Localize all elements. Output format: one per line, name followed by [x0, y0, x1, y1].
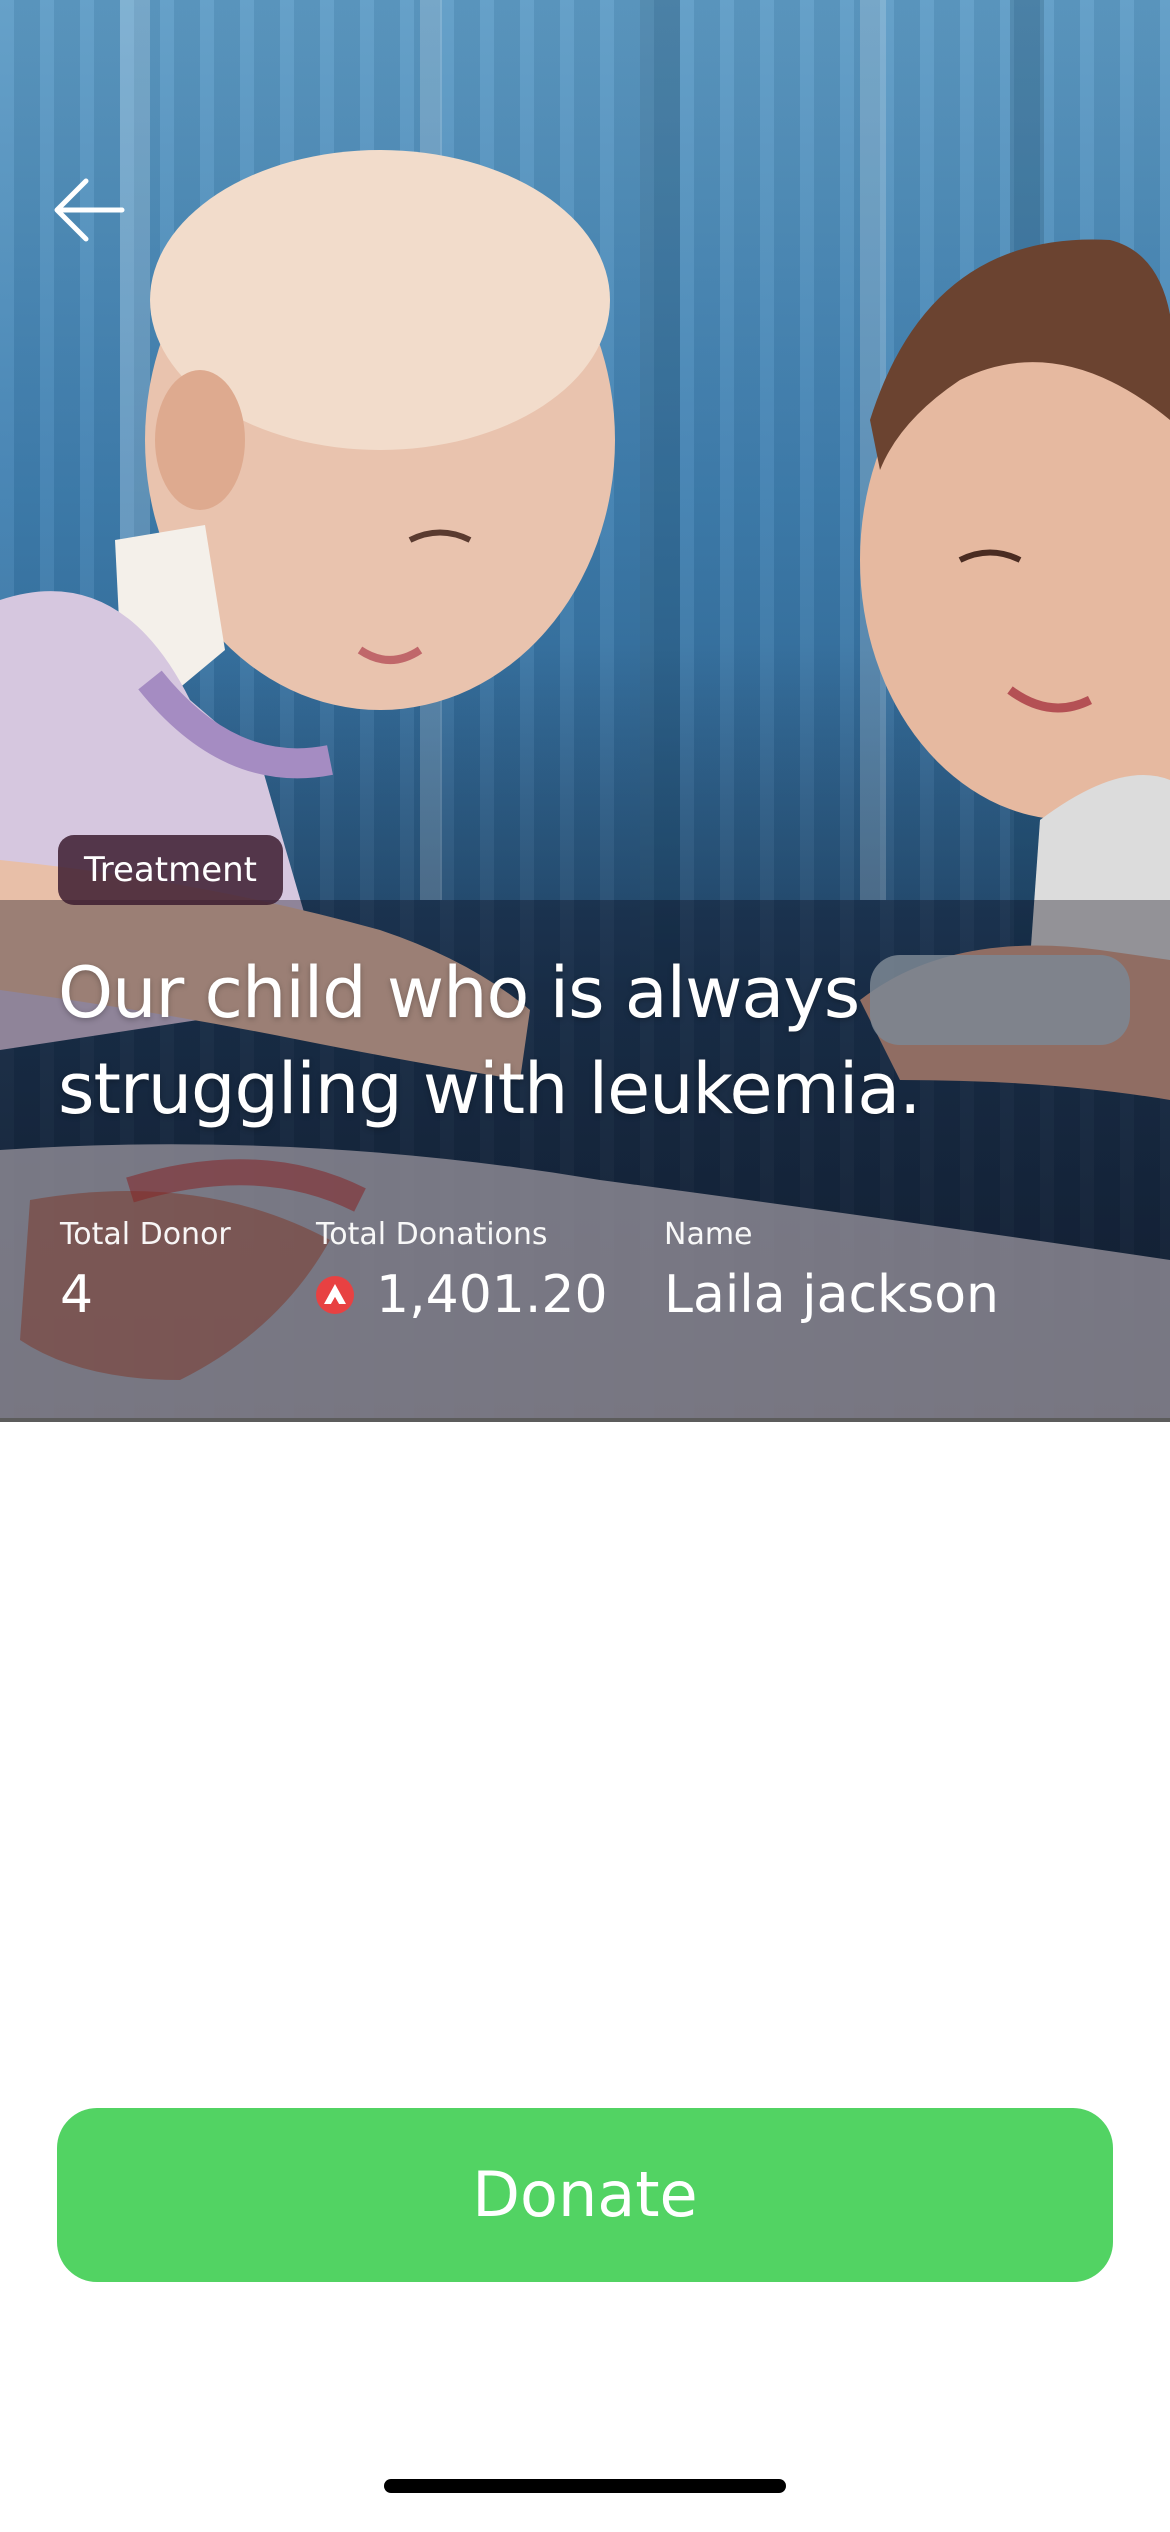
avalanche-icon [316, 1276, 354, 1314]
name-value: Laila jackson [664, 1265, 1000, 1325]
stat-total-donations: Total Donations 1,401.20 [316, 1215, 608, 1335]
hero-image: Treatment Our child who is always strugg… [0, 0, 1170, 1422]
total-donations-row: 1,401.20 [316, 1255, 608, 1335]
home-indicator[interactable] [384, 2479, 786, 2493]
stat-name: Name Laila jackson [664, 1215, 999, 1335]
donate-button[interactable]: Donate [57, 2108, 1113, 2282]
total-donor-label: Total Donor [60, 1217, 231, 1252]
hero-divider [0, 1418, 1170, 1422]
category-badge: Treatment [58, 835, 284, 905]
total-donor-value: 4 [60, 1265, 94, 1325]
total-donations-value: 1,401.20 [376, 1265, 608, 1325]
arrow-left-icon [54, 178, 125, 242]
hero-photo-illustration [0, 0, 1170, 1422]
campaign-title: Our child who is always struggling with … [58, 952, 921, 1130]
campaign-detail-screen: Treatment Our child who is always strugg… [0, 0, 1170, 2532]
back-button[interactable] [50, 175, 130, 245]
total-donations-label: Total Donations [316, 1217, 548, 1252]
stat-total-donor: Total Donor 4 [60, 1215, 231, 1335]
name-label: Name [664, 1217, 753, 1252]
